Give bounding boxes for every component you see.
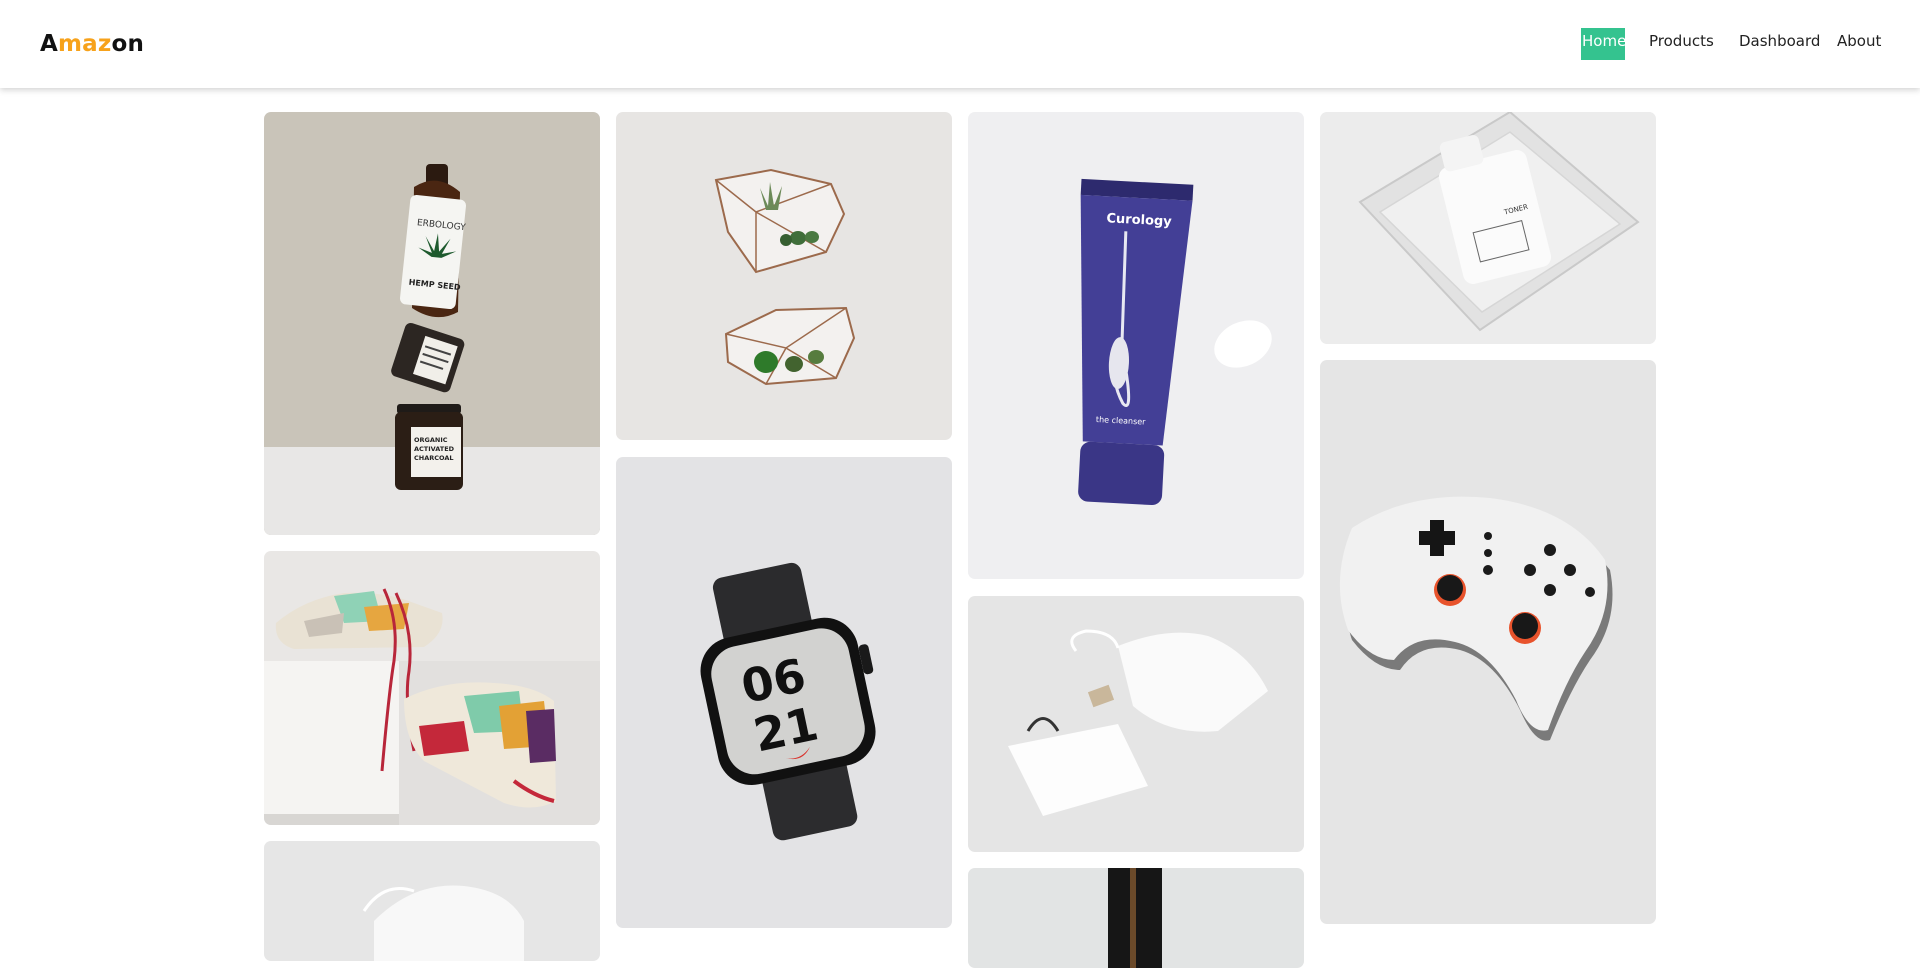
logo-accent-letters: maz — [58, 31, 112, 57]
smartwatch-image: 06 21 — [616, 457, 952, 928]
nav-link-about[interactable]: About — [1837, 28, 1881, 60]
pouch-partial-image — [264, 841, 600, 961]
pouch-and-bag-image — [968, 596, 1304, 852]
svg-text:CHARCOAL: CHARCOAL — [414, 454, 454, 462]
svg-text:ACTIVATED: ACTIVATED — [414, 445, 455, 453]
product-card-toner[interactable]: TONER — [1320, 112, 1656, 344]
product-card-smartwatch[interactable]: 06 21 — [616, 457, 952, 928]
curology-tube-image: Curology the cleanser — [968, 112, 1304, 579]
game-controller-image — [1320, 360, 1656, 924]
top-navbar: Amazon Home Products Dashboard About — [0, 0, 1920, 88]
product-card-pouch-bag[interactable] — [968, 596, 1304, 852]
product-card-dark-partial[interactable] — [968, 868, 1304, 968]
product-card-controller[interactable] — [1320, 360, 1656, 924]
nav-link-home[interactable]: Home — [1581, 28, 1626, 60]
product-card-curology[interactable]: Curology the cleanser — [968, 112, 1304, 579]
dark-product-partial-image — [968, 868, 1304, 968]
product-card-hemp-seed[interactable]: ERBOLOGY HEMP SEED ORGANIC ACTIVATED CHA… — [264, 112, 600, 535]
logo-last-letters: on — [111, 31, 145, 57]
nav-link-dashboard[interactable]: Dashboard — [1739, 28, 1820, 60]
sneakers-image — [264, 551, 600, 825]
brand-logo[interactable]: Amazon — [40, 31, 144, 57]
logo-first-letter: A — [40, 31, 59, 57]
product-card-terrarium[interactable] — [616, 112, 952, 440]
product-card-sneakers[interactable] — [264, 551, 600, 825]
toner-pouch-image: TONER — [1320, 112, 1656, 344]
terrarium-image — [616, 112, 952, 440]
nav-link-products[interactable]: Products — [1649, 28, 1714, 60]
product-card-pouch-partial[interactable] — [264, 841, 600, 961]
svg-text:ORGANIC: ORGANIC — [414, 436, 448, 444]
hemp-seed-bottles-image: ERBOLOGY HEMP SEED ORGANIC ACTIVATED CHA… — [264, 112, 600, 535]
